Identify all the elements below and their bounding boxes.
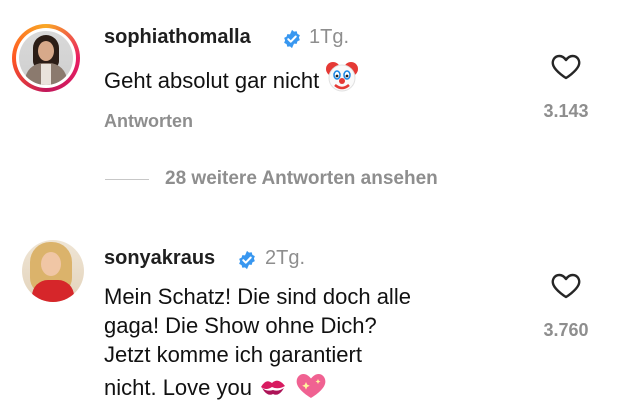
verified-badge-icon	[239, 250, 255, 270]
like-heart-icon[interactable]	[550, 50, 582, 82]
comment-line: Jetzt komme ich garantiert	[104, 342, 362, 367]
avatar[interactable]	[22, 240, 84, 302]
comment-line-last: nicht. Love you	[104, 369, 411, 402]
like-count: 3.143	[543, 101, 589, 121]
username[interactable]: sonyakraus	[104, 247, 215, 270]
sparkling-heart-emoji	[296, 374, 326, 398]
timestamp: 1Tg.	[309, 26, 350, 48]
reply-button[interactable]: Antworten	[104, 111, 193, 132]
view-more-replies-button[interactable]: 28 weitere Antworten ansehen	[165, 168, 438, 190]
comment-line: nicht. Love you	[104, 375, 252, 400]
comment-text: Mein Schatz! Die sind doch alle gaga! Di…	[104, 282, 411, 402]
username[interactable]: sophiathomalla	[104, 26, 251, 49]
verified-badge-icon	[284, 29, 300, 49]
avatar	[19, 31, 73, 85]
comment-line: Mein Schatz! Die sind doch alle	[104, 284, 411, 309]
comment-line: gaga! Die Show ohne Dich?	[104, 313, 377, 338]
divider-line	[105, 179, 149, 180]
timestamp: 2Tg.	[265, 247, 306, 269]
kiss-mark-emoji	[261, 380, 286, 395]
clown-face-emoji	[326, 62, 359, 92]
comment-text: Geht absolut gar nicht	[104, 60, 359, 95]
like-heart-icon[interactable]	[550, 269, 582, 301]
story-ring-avatar[interactable]	[12, 24, 80, 92]
like-count: 3.760	[543, 320, 589, 340]
comment-text-body: Geht absolut gar nicht	[104, 68, 320, 93]
